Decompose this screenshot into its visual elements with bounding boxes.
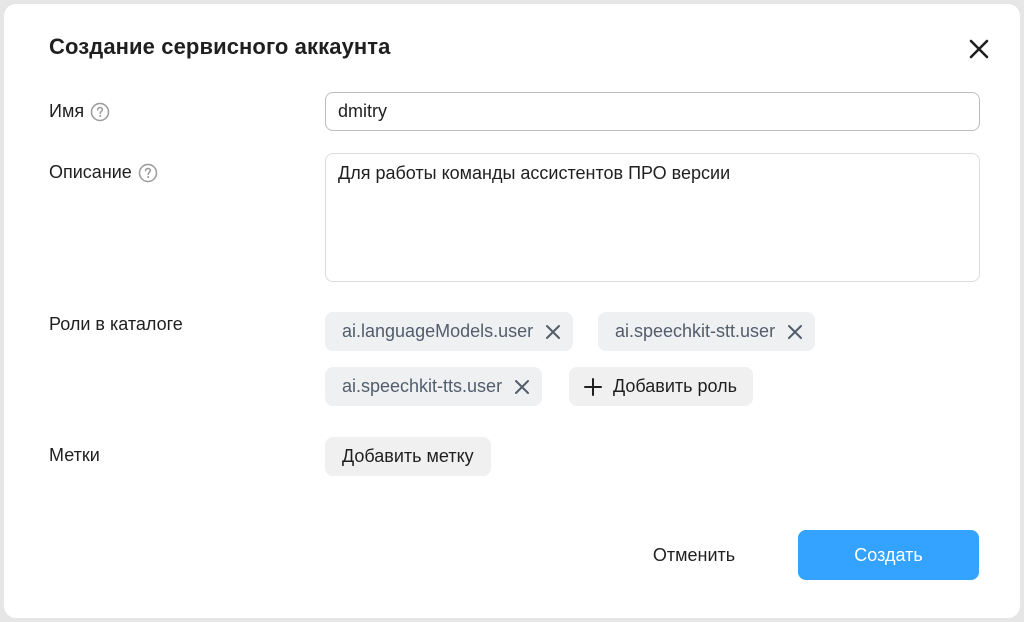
close-icon [515,379,530,394]
add-role-label: Добавить роль [613,376,738,396]
role-chip-label: ai.speechkit-stt.user [615,321,776,341]
dialog-title: Создание сервисного аккаунта [49,34,391,59]
tags-label: Метки [49,445,100,465]
close-icon [969,39,989,59]
role-chip-label: ai.languageModels.user [342,321,534,341]
cancel-button[interactable]: Отменить [632,530,756,580]
create-button[interactable]: Создать [798,530,979,580]
tags-label-row: Метки [49,445,100,466]
plus-icon [584,377,602,396]
role-chip-label: ai.speechkit-tts.user [342,376,503,396]
remove-role-button[interactable] [502,367,542,406]
add-tag-label: Добавить метку [342,446,474,466]
role-chip: ai.languageModels.user [325,312,574,351]
name-label: Имя [49,101,85,121]
name-input[interactable] [325,92,980,131]
role-chip: ai.speechkit-tts.user [325,367,543,406]
create-service-account-dialog: Создание сервисного аккаунта Имя Описани… [4,4,1020,618]
name-label-row: Имя [49,101,110,122]
description-label-row: Описание [49,162,158,183]
help-icon[interactable] [138,163,158,183]
close-icon [546,324,561,339]
close-icon [788,324,803,339]
role-chip: ai.speechkit-stt.user [598,312,816,351]
add-tag-button[interactable]: Добавить метку [325,437,491,476]
description-label: Описание [49,162,132,182]
remove-role-button[interactable] [533,312,573,351]
help-icon[interactable] [90,102,110,122]
roles-label-row: Роли в каталоге [49,314,183,335]
roles-label: Роли в каталоге [49,314,183,334]
close-button[interactable] [964,34,994,64]
add-role-button[interactable]: Добавить роль [569,367,754,406]
description-textarea[interactable]: Для работы команды ассистентов ПРО верси… [325,153,980,282]
remove-role-button[interactable] [775,312,815,351]
